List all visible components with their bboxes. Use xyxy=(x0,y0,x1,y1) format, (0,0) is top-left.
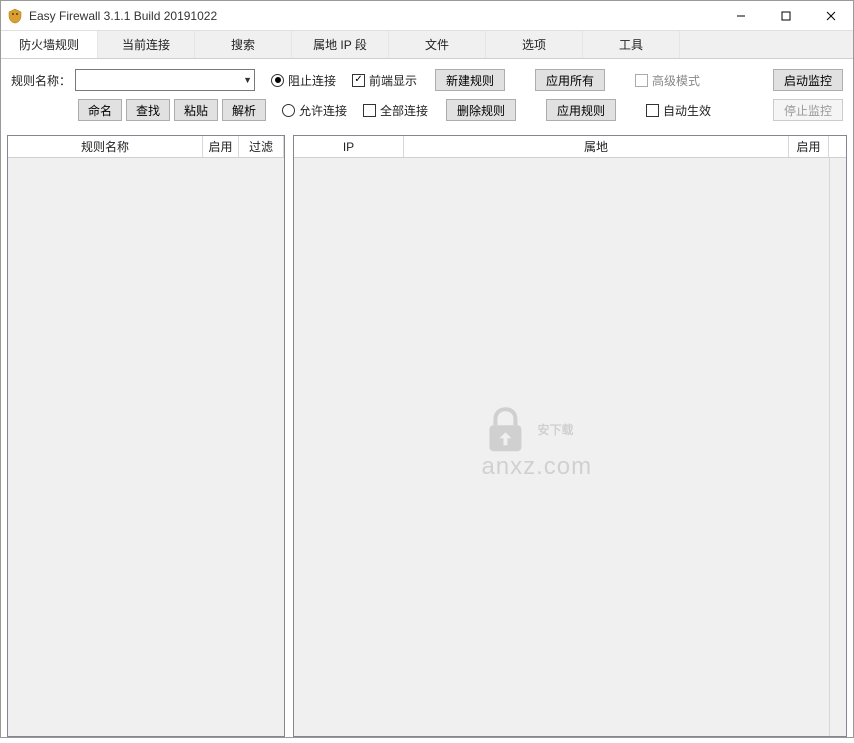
window-title: Easy Firewall 3.1.1 Build 20191022 xyxy=(29,9,718,23)
ip-list-headers: IP 属地 启用 xyxy=(294,136,846,158)
close-button[interactable] xyxy=(808,1,853,30)
checkbox-all-connections[interactable]: 全部连接 xyxy=(363,102,428,119)
tab-current-connections[interactable]: 当前连接 xyxy=(98,31,195,58)
col-enabled[interactable]: 启用 xyxy=(203,136,239,157)
lock-icon xyxy=(481,405,529,453)
radio-allow-connection[interactable]: 允许连接 xyxy=(282,102,347,119)
tab-ip-location[interactable]: 属地 IP 段 xyxy=(292,31,389,58)
toolbar: 规则名称： ▼ 阻止连接 ✓前端显示 新建规则 应用所有 高级模式 启动监控 命… xyxy=(1,59,853,135)
apply-rule-button[interactable]: 应用规则 xyxy=(546,99,616,121)
rule-name-label: 规则名称： xyxy=(11,72,71,89)
window-controls xyxy=(718,1,853,30)
col-ip[interactable]: IP xyxy=(294,136,404,157)
col-filter[interactable]: 过滤 xyxy=(239,136,284,157)
col-location[interactable]: 属地 xyxy=(404,136,789,157)
stop-monitor-button: 停止监控 xyxy=(773,99,843,121)
col-enabled-right[interactable]: 启用 xyxy=(789,136,829,157)
rules-list-headers: 规则名称 启用 过滤 xyxy=(8,136,284,158)
checkbox-advanced-mode: 高级模式 xyxy=(635,72,700,89)
apply-all-button[interactable]: 应用所有 xyxy=(535,69,605,91)
content-area: 规则名称 启用 过滤 IP 属地 启用 安下载 xyxy=(1,135,853,743)
rule-name-combo[interactable]: ▼ xyxy=(75,69,255,91)
ip-list-body[interactable]: 安下载 anxz.com xyxy=(294,158,846,736)
col-rule-name[interactable]: 规则名称 xyxy=(8,136,203,157)
rename-button[interactable]: 命名 xyxy=(78,99,122,121)
maximize-button[interactable] xyxy=(763,1,808,30)
tab-tools[interactable]: 工具 xyxy=(583,31,680,58)
new-rule-button[interactable]: 新建规则 xyxy=(435,69,505,91)
minimize-button[interactable] xyxy=(718,1,763,30)
rules-list-panel: 规则名称 启用 过滤 xyxy=(7,135,285,737)
checkbox-auto-effect[interactable]: 自动生效 xyxy=(646,102,711,119)
titlebar: Easy Firewall 3.1.1 Build 20191022 xyxy=(1,1,853,31)
col-spacer xyxy=(829,136,846,157)
chevron-down-icon: ▼ xyxy=(243,75,252,85)
paste-button[interactable]: 粘贴 xyxy=(174,99,218,121)
find-button[interactable]: 查找 xyxy=(126,99,170,121)
tab-firewall-rules[interactable]: 防火墙规则 xyxy=(1,31,98,58)
vertical-scrollbar[interactable] xyxy=(829,158,846,736)
tab-file[interactable]: 文件 xyxy=(389,31,486,58)
app-icon xyxy=(7,8,23,24)
tab-options[interactable]: 选项 xyxy=(486,31,583,58)
ip-list-panel: IP 属地 启用 安下载 anxz.com xyxy=(293,135,847,737)
tab-search[interactable]: 搜索 xyxy=(195,31,292,58)
start-monitor-button[interactable]: 启动监控 xyxy=(773,69,843,91)
delete-rule-button[interactable]: 删除规则 xyxy=(446,99,516,121)
rules-list-body[interactable] xyxy=(8,158,284,736)
watermark: 安下载 anxz.com xyxy=(481,405,592,481)
parse-button[interactable]: 解析 xyxy=(222,99,266,121)
checkbox-foreground[interactable]: ✓前端显示 xyxy=(352,72,417,89)
tabbar: 防火墙规则 当前连接 搜索 属地 IP 段 文件 选项 工具 xyxy=(1,31,853,59)
radio-block-connection[interactable]: 阻止连接 xyxy=(271,72,336,89)
